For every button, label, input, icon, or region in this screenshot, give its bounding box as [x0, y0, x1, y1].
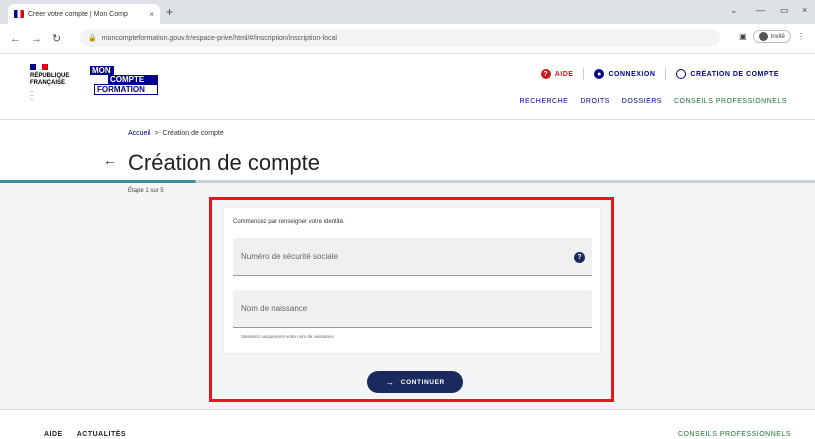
menu-dots-icon[interactable]: ⋮ [797, 32, 805, 41]
breadcrumb-home[interactable]: Accueil [128, 130, 151, 137]
login-link[interactable]: ● CONNEXION [584, 69, 665, 79]
mon-compte-formation-logo[interactable]: MON COMPTE FORMATION [90, 66, 158, 95]
profile-label: Invité [770, 33, 785, 40]
footer-link-conseils[interactable]: CONSEILS PROFESSIONNELS [678, 431, 791, 438]
address-bar[interactable]: 🔒 moncompteformation.gouv.fr/espace-priv… [80, 29, 720, 47]
url-text: moncompteformation.gouv.fr/espace-prive/… [101, 34, 337, 42]
tab-close-icon[interactable]: × [149, 10, 154, 19]
site-favicon-icon [14, 10, 24, 18]
republique-francaise-logo[interactable]: RÉPUBLIQUE FRANÇAISE — — — [30, 64, 80, 101]
back-arrow-icon[interactable]: ← [103, 152, 117, 168]
logo-line-compte: COMPTE [108, 75, 158, 84]
user-icon: ● [594, 69, 605, 79]
main-nav: RECHERCHE DROITS DOSSIERS CONSEILS PROFE… [519, 98, 787, 105]
reload-icon[interactable]: ↻ [52, 32, 61, 45]
site-header: RÉPUBLIQUE FRANÇAISE — — — MON COMPTE FORM… [0, 54, 815, 120]
browser-right-controls: ▣ Invité ⋮ [739, 30, 805, 43]
page-title: Création de compte [128, 150, 320, 175]
republique-line1: RÉPUBLIQUE [30, 73, 70, 79]
tab-title: Créer votre compte | Mon Comp [28, 10, 128, 18]
logo-line-mon: MON [90, 66, 114, 75]
nav-droits[interactable]: DROITS [580, 98, 609, 105]
back-arrow-icon[interactable]: ← [10, 33, 21, 45]
browser-tab-bar: Créer votre compte | Mon Comp × + ⌄ — ▭ … [0, 0, 815, 24]
tab-search-chevron-icon[interactable]: ⌄ [730, 5, 738, 16]
logo-line-formation: FORMATION [94, 84, 158, 95]
account-circle-icon [676, 69, 687, 79]
avatar-icon [758, 32, 768, 41]
browser-toolbar: ← → ↻ 🔒 moncompteformation.gouv.fr/espac… [0, 24, 815, 54]
highlight-frame [209, 197, 614, 402]
login-link-label: CONNEXION [608, 70, 656, 78]
republique-line2: FRANÇAISE [30, 80, 66, 86]
create-account-link-label: CRÉATION DE COMPTE [690, 70, 779, 78]
lock-icon: 🔒 [88, 35, 97, 42]
site-footer: AIDE ACTUALITÉS CONSEILS PROFESSIONNELS [0, 409, 815, 439]
footer-left-links: AIDE ACTUALITÉS [44, 431, 126, 438]
restore-button[interactable]: ▭ [780, 5, 789, 16]
breadcrumb-separator-icon: > [154, 130, 159, 137]
nav-conseils-professionnels[interactable]: CONSEILS PROFESSIONNELS [674, 98, 787, 105]
marianne-flag-icon [30, 64, 48, 70]
motto-lines: — — — [30, 89, 34, 101]
forward-arrow-icon[interactable]: → [31, 33, 42, 45]
breadcrumb-current: Création de compte [162, 130, 224, 137]
profile-button[interactable]: Invité [752, 30, 791, 43]
new-tab-button[interactable]: + [166, 5, 173, 19]
header-top-links: ? AIDE ● CONNEXION CRÉATION DE COMPTE [531, 68, 789, 80]
minimize-button[interactable]: — [756, 5, 765, 15]
side-panel-icon[interactable]: ▣ [739, 32, 747, 41]
help-link[interactable]: ? AIDE [531, 69, 584, 79]
footer-link-aide[interactable]: AIDE [44, 431, 63, 438]
create-account-link[interactable]: CRÉATION DE COMPTE [666, 69, 789, 79]
help-circle-icon: ? [540, 69, 551, 79]
nav-recherche[interactable]: RECHERCHE [519, 98, 568, 105]
nav-dossiers[interactable]: DOSSIERS [622, 98, 662, 105]
step-indicator: Étape 1 sur 5 [128, 188, 164, 194]
browser-tab[interactable]: Créer votre compte | Mon Comp × [8, 4, 160, 24]
close-window-icon[interactable]: × [802, 5, 807, 15]
help-link-label: AIDE [554, 70, 574, 78]
breadcrumb: Accueil > Création de compte [128, 130, 224, 137]
footer-link-actualites[interactable]: ACTUALITÉS [77, 431, 126, 438]
